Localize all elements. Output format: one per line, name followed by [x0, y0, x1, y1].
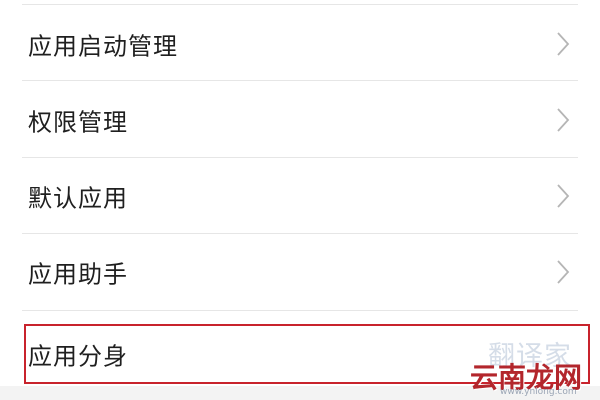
- settings-item-default-apps[interactable]: 默认应用: [0, 158, 600, 234]
- chevron-right-icon: [557, 108, 570, 132]
- settings-item-label: 应用助手: [28, 260, 128, 289]
- chevron-right-icon: [557, 260, 570, 284]
- chevron-right-icon: [557, 32, 570, 56]
- divider: [22, 4, 578, 5]
- chevron-right-icon: [557, 184, 570, 208]
- divider: [22, 310, 578, 311]
- settings-item-label: 应用启动管理: [28, 32, 178, 61]
- settings-item-label: 权限管理: [28, 108, 128, 137]
- settings-item-permission-management[interactable]: 权限管理: [0, 82, 600, 158]
- watermark-url: www.ynlong.com: [500, 387, 577, 397]
- settings-item-label: 默认应用: [28, 184, 128, 213]
- divider: [22, 80, 578, 81]
- settings-item-app-startup-management[interactable]: 应用启动管理: [0, 6, 600, 82]
- settings-item-app-assistant[interactable]: 应用助手: [0, 234, 600, 310]
- screen: 应用启动管理 权限管理 默认应用 应用助手 应用分身 翻译家 云南龙网 www.…: [0, 0, 600, 400]
